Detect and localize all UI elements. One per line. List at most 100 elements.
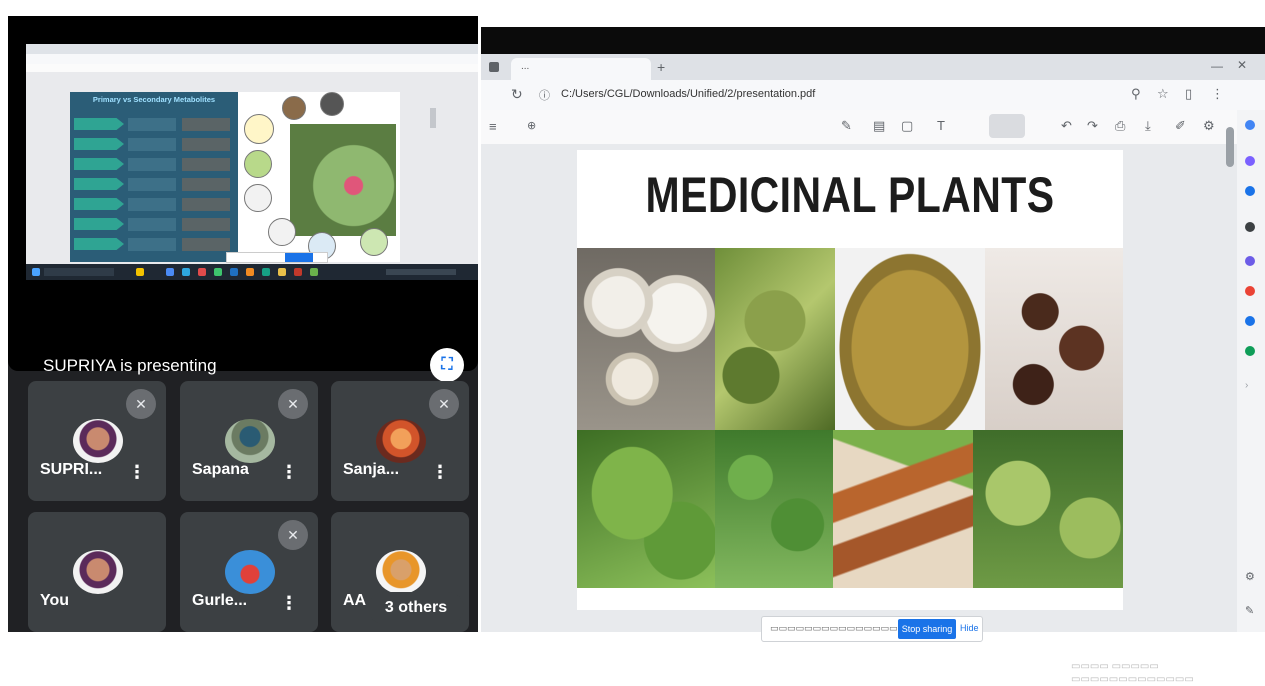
customize-icon[interactable]: ✎ (1245, 604, 1254, 617)
minimize-icon[interactable]: — (1211, 59, 1223, 73)
table-cell (182, 138, 230, 151)
others-pill[interactable]: 3 others (368, 592, 464, 624)
highlight-icon[interactable]: ▤ (873, 118, 885, 134)
address-bar: ↻ ⓘ C:/Users/CGL/Downloads/Unified/2/pre… (481, 80, 1265, 110)
mic-off-icon[interactable]: ✕ (429, 389, 459, 419)
more-options-icon[interactable]: ⋮ (431, 462, 449, 483)
fullscreen-button[interactable]: ⛶ (430, 348, 464, 382)
participant-tile[interactable]: ✕ SUPRI... ⋮ (28, 381, 166, 501)
amla-photo (973, 430, 1123, 588)
tulsi-photo (715, 430, 833, 588)
extension-icon[interactable] (1245, 186, 1255, 196)
taskbar-app-icon (262, 268, 270, 276)
scrollbar[interactable] (1226, 127, 1234, 167)
extension-icon[interactable] (1245, 156, 1255, 166)
leaves-photo (577, 430, 715, 588)
extension-icon[interactable] (1245, 316, 1255, 326)
pdf-viewer[interactable]: MEDICINAL PLANTS ▭▭▭▭ ▭▭▭▭▭ ▭▭▭▭▭▭▭▭▭▭▭▭▭… (481, 144, 1265, 685)
erase-icon[interactable]: ▢ (901, 118, 913, 134)
url-field[interactable]: C:/Users/CGL/Downloads/Unified/2/present… (561, 88, 815, 100)
presenting-label: SUPRIYA is presenting (43, 356, 217, 375)
table-cell (128, 218, 176, 231)
taskbar-app-icon (246, 268, 254, 276)
draw-icon[interactable]: ✎ (841, 118, 852, 134)
star-icon[interactable]: ☆ (1157, 86, 1169, 102)
shared-screen: Primary vs Secondary Metabolites (26, 44, 478, 280)
fenugreek-seeds-photo (835, 248, 985, 430)
tab-active[interactable]: ... (511, 58, 651, 80)
mini-slide: Primary vs Secondary Metabolites (70, 92, 400, 262)
mini-stop-sharing-button (285, 253, 313, 262)
taskbar-app-icon (198, 268, 206, 276)
avatar (225, 419, 275, 463)
add-text-button[interactable] (989, 114, 1025, 138)
slide-title: MEDICINAL PLANTS (645, 167, 1055, 223)
participant-name: You (40, 592, 70, 609)
neem-tree-photo (715, 248, 835, 430)
watermark: ▭▭▭▭ ▭▭▭▭▭ ▭▭▭▭▭▭▭▭▭▭▭▭▭ (1071, 661, 1194, 685)
sidebar-toggle-icon[interactable]: ≡ (489, 119, 497, 134)
reload-icon[interactable]: ↻ (511, 86, 523, 103)
extension-icon[interactable] (1245, 286, 1255, 296)
soil-icon (244, 150, 272, 178)
table-cell (182, 158, 230, 171)
windows-icon (32, 268, 40, 276)
search-icon[interactable] (1245, 120, 1255, 130)
mini-toolbar (26, 64, 478, 72)
menu-icon[interactable]: ⋮ (1211, 86, 1224, 102)
avatar (225, 550, 275, 594)
taskbar-app-icon (230, 268, 238, 276)
sun-icon (244, 114, 274, 144)
mic-off-icon[interactable]: ✕ (126, 389, 156, 419)
extension-icon[interactable] (1245, 222, 1255, 232)
participant-name: Sanja... (343, 461, 400, 478)
extension-icon[interactable] (1245, 256, 1255, 266)
participant-tile[interactable]: You (28, 512, 166, 632)
more-options-icon[interactable]: ⋮ (280, 593, 298, 614)
new-tab-icon[interactable]: + (657, 59, 665, 75)
taskbar-app-icon (214, 268, 222, 276)
tab-title: ... (521, 61, 530, 72)
mic-off-icon[interactable]: ✕ (278, 389, 308, 419)
fullscreen-icon: ⛶ (441, 356, 453, 373)
table-cell (182, 198, 230, 211)
metabolites-table: Primary vs Secondary Metabolites (70, 92, 238, 262)
participant-name: SUPRI... (40, 461, 103, 478)
table-row (74, 138, 124, 150)
edit-icon[interactable]: ✐ (1175, 118, 1186, 134)
print-icon[interactable]: ⎙ (1115, 118, 1125, 134)
settings-icon[interactable]: ⚙ (1203, 118, 1215, 134)
table-cell (182, 238, 230, 251)
presentation-tile[interactable]: Primary vs Secondary Metabolites SUPRIYA… (8, 16, 478, 382)
settings-icon[interactable]: ⚙ (1245, 570, 1255, 583)
participant-tile[interactable]: ✕ Sanja... ⋮ (331, 381, 469, 501)
more-options-icon[interactable]: ⋮ (128, 462, 146, 483)
table-cell (128, 118, 176, 131)
cinnamon-photo (833, 430, 973, 588)
participant-name: Sapana (192, 461, 249, 478)
download-icon[interactable]: ⤓ (1145, 118, 1151, 134)
text-icon[interactable]: T (937, 118, 945, 133)
stop-sharing-button[interactable]: Stop sharing (898, 619, 956, 639)
meet-panel: Primary vs Secondary Metabolites SUPRIYA… (8, 0, 478, 632)
zoom-control-icon[interactable]: ⊕ (527, 119, 536, 132)
taskbar-app-icon (294, 268, 302, 276)
avatar (73, 419, 123, 463)
tab-actions-icon[interactable] (489, 62, 499, 72)
avatar (376, 550, 426, 594)
redo-icon[interactable]: ↷ (1087, 118, 1098, 134)
tab-strip: ... + — ✕ (481, 54, 1265, 80)
bookmark-icon[interactable]: ▯ (1185, 86, 1192, 102)
mic-off-icon[interactable]: ✕ (278, 520, 308, 550)
participant-tile[interactable]: ✕ Gurle... ⋮ (180, 512, 318, 632)
more-options-icon[interactable]: ⋮ (280, 462, 298, 483)
extension-icon[interactable] (1245, 346, 1255, 356)
chevron-right-icon[interactable]: › (1245, 380, 1248, 391)
close-icon[interactable]: ✕ (1237, 58, 1247, 72)
mini-slide-title: Primary vs Secondary Metabolites (92, 95, 216, 104)
pdf-page: MEDICINAL PLANTS (577, 150, 1123, 610)
zoom-icon[interactable]: ⚲ (1131, 86, 1141, 102)
participant-tile[interactable]: ✕ Sapana ⋮ (180, 381, 318, 501)
undo-icon[interactable]: ↶ (1061, 118, 1072, 134)
screen-share-bar: ▭▭▭▭▭▭▭▭▭▭▭▭▭▭▭▭ Stop sharing Hide (761, 616, 983, 642)
